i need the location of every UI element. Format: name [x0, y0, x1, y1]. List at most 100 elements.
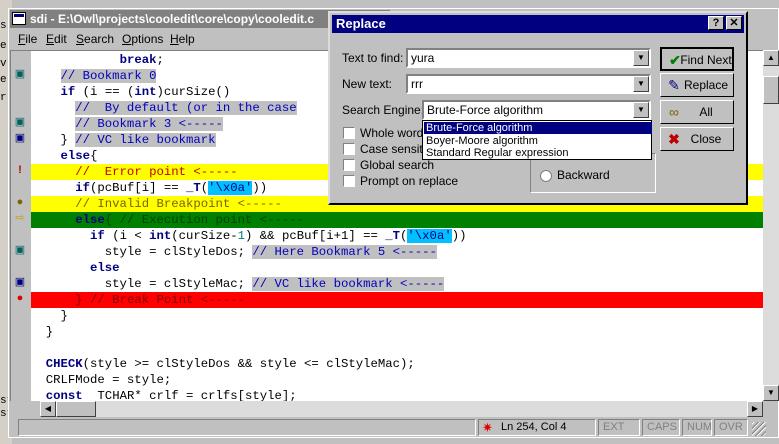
code-line: // By default (or in the case	[75, 101, 297, 115]
chevron-down-icon[interactable]: ▼	[633, 76, 649, 92]
bookmark-icon: ▣	[14, 132, 26, 144]
menu-help-label: elp	[178, 32, 195, 46]
search-engine-dropdown-list[interactable]: Brute-Force algorithm Boyer-Moore algori…	[422, 120, 652, 160]
menu-help[interactable]: Help	[170, 32, 195, 46]
status-caps: CAPS	[642, 419, 680, 436]
status-message-pane	[18, 419, 476, 436]
scroll-thumb[interactable]	[763, 76, 779, 104]
new-text-combo[interactable]: rrr ▼	[406, 74, 651, 94]
close-x-icon: ✖	[668, 131, 680, 147]
status-num: NUM	[682, 419, 712, 436]
code-line: else{ // Execution point <-----	[75, 213, 305, 227]
checkmark-icon: ✔	[669, 52, 681, 68]
code-line: else{	[60, 149, 98, 163]
scroll-up-icon[interactable]: ▲	[763, 50, 779, 66]
bookmark-icon: ▣	[14, 276, 26, 288]
find-value: yura	[411, 51, 435, 65]
app-icon	[12, 12, 26, 25]
hscroll-thumb[interactable]	[56, 401, 96, 417]
replace-dialog-titlebar[interactable]: Replace ? ✕	[332, 15, 744, 33]
breakpoint-icon: ●	[16, 292, 24, 304]
chevron-down-icon[interactable]: ▼	[633, 102, 649, 118]
invalid-breakpoint-icon: ●	[16, 196, 24, 208]
close-button[interactable]: ✖ Close	[660, 127, 734, 151]
menu-search-accel: S	[76, 32, 85, 46]
help-button[interactable]: ?	[708, 16, 724, 30]
replace-all-label: All	[699, 105, 713, 119]
menu-search[interactable]: Search	[76, 32, 114, 46]
scroll-right-icon[interactable]: ▶	[747, 401, 763, 417]
main-window-title: sdi - E:\Owl\projects\cooledit\core\copy…	[30, 12, 315, 26]
search-engine-value: Brute-Force algorithm	[427, 103, 544, 117]
code-line: // Bookmark 0	[60, 69, 157, 83]
code-line: } // VC like bookmark	[31, 133, 216, 147]
menu-edit-accel: E	[46, 32, 55, 46]
code-line: CRLFMode = style;	[31, 373, 172, 387]
menu-file[interactable]: File	[18, 32, 37, 46]
binoculars-icon: ∞	[669, 104, 679, 120]
engine-option-boyer-moore[interactable]: Boyer-Moore algorithm	[424, 135, 652, 147]
replace-all-button[interactable]: ∞ All	[660, 100, 734, 124]
bookmark-icon: ▣	[14, 116, 26, 128]
code-line: const TCHAR* crlf = crlfs[style];	[45, 389, 297, 401]
execution-point-arrow-icon: ⇨	[15, 212, 25, 224]
horizontal-scrollbar[interactable]: ◀ ▶	[40, 401, 763, 417]
menu-search-label: earch	[84, 32, 115, 46]
status-bar: ✷ Ln 254, Col 4 EXT CAPS NUM OVR	[10, 418, 779, 438]
menu-options-accel: O	[122, 32, 132, 46]
code-line: }	[31, 325, 54, 339]
global-search-label: Global search	[360, 158, 435, 172]
prompt-on-replace-checkbox[interactable]	[343, 175, 355, 187]
editor-gutter[interactable]: ▣ ▣ ▣ ! ● ⇨ ▣ ▣ ●	[11, 51, 31, 401]
error-point-icon: !	[18, 164, 22, 176]
find-next-button[interactable]: ✔ Find Next	[660, 47, 734, 71]
new-text-value: rrr	[411, 77, 423, 91]
global-search-checkbox[interactable]	[343, 159, 355, 171]
code-line: CHECK(style >= clStyleDos && style <= cl…	[45, 357, 415, 371]
code-line: // Bookmark 3 <-----	[75, 117, 223, 131]
code-line: if (i == (int)curSize()	[60, 85, 231, 99]
vertical-scrollbar[interactable]: ▲ ▼	[763, 50, 779, 401]
new-text-label: New text:	[342, 77, 393, 91]
search-engine-label: Search Engine:	[342, 103, 425, 117]
code-line: if (i < int(curSize-1) && pcBuf[i+1] == …	[90, 229, 467, 243]
status-ext: EXT	[598, 419, 640, 436]
status-ovr: OVR	[714, 419, 748, 436]
code-line: style = clStyleMac; // VC like bookmark …	[31, 277, 445, 291]
code-line: } // Break Point <-----	[31, 293, 246, 307]
whole-words-label: Whole words	[360, 126, 430, 140]
code-line: else	[90, 261, 120, 275]
menu-help-accel: H	[170, 32, 179, 46]
search-engine-combo[interactable]: Brute-Force algorithm ▼	[422, 100, 651, 120]
menu-options[interactable]: Options	[122, 32, 163, 46]
case-sensitive-label: Case sensitiv	[360, 142, 432, 156]
menu-edit-label: dit	[54, 32, 67, 46]
resize-grip-icon[interactable]	[752, 422, 766, 436]
replace-dialog: Replace ? ✕ Text to find: yura ▼ New tex…	[328, 11, 748, 205]
case-sensitive-checkbox[interactable]	[343, 143, 355, 155]
replace-button[interactable]: ✎ Replace	[660, 73, 734, 97]
code-line: // Invalid Breakpoint <-----	[75, 197, 282, 211]
code-line: break;	[119, 53, 164, 67]
menu-options-label: ptions	[131, 32, 164, 46]
close-icon[interactable]: ✕	[726, 16, 742, 30]
record-indicator-icon: ✷	[482, 420, 493, 435]
menu-file-label: ile	[25, 32, 38, 46]
chevron-down-icon[interactable]: ▼	[633, 50, 649, 66]
menu-bar: File Edit Search Options Help	[10, 30, 340, 48]
bookmark-icon: ▣	[14, 244, 26, 256]
code-line: if(pcBuf[i] == _T('\x0a'))	[75, 181, 268, 195]
find-combo[interactable]: yura ▼	[406, 48, 651, 68]
whole-words-checkbox[interactable]	[343, 127, 355, 139]
engine-option-regex[interactable]: Standard Regular expression	[424, 147, 652, 159]
engine-option-brute-force[interactable]: Brute-Force algorithm	[424, 122, 652, 134]
backward-radio[interactable]	[540, 170, 552, 182]
code-line: style = clStyleDos; // Here Bookmark 5 <…	[31, 245, 437, 259]
pencil-icon: ✎	[668, 77, 680, 93]
scroll-down-icon[interactable]: ▼	[763, 385, 779, 401]
code-line: // Error point <-----	[75, 165, 238, 179]
status-position-pane: ✷ Ln 254, Col 4	[478, 419, 596, 436]
menu-edit[interactable]: Edit	[46, 32, 67, 46]
scroll-left-icon[interactable]: ◀	[40, 401, 56, 417]
prompt-on-replace-label: Prompt on replace	[360, 174, 459, 188]
